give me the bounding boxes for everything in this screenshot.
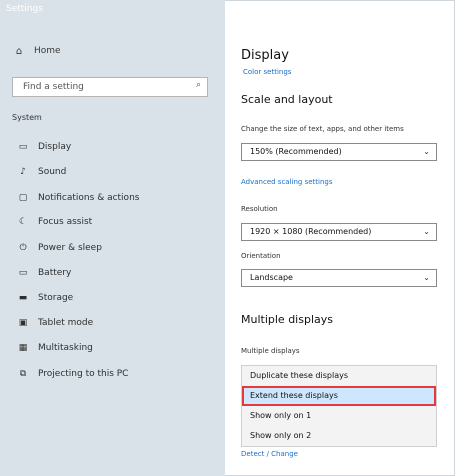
sidebar-item-label: Tablet mode xyxy=(38,318,94,328)
resolution-value: 1920 × 1080 (Recommended) xyxy=(250,227,372,236)
sidebar-item-label: Display xyxy=(38,142,72,152)
dropdown-option-selected[interactable]: Extend these displays xyxy=(242,386,436,406)
resolution-label: Resolution xyxy=(241,205,278,213)
advanced-scaling-link[interactable]: Advanced scaling settings xyxy=(241,178,333,186)
sidebar-item-tablet-mode[interactable]: ▣ Tablet mode xyxy=(0,313,225,333)
multiple-displays-dropdown-list[interactable]: Duplicate these displays Extend these di… xyxy=(241,365,437,447)
nav-section-label: System xyxy=(12,113,42,122)
sidebar-item-display[interactable]: ▭ Display xyxy=(0,137,225,157)
sidebar-item-multitasking[interactable]: ▦ Multitasking xyxy=(0,338,225,358)
chevron-down-icon: ⌄ xyxy=(423,273,430,282)
scale-label: Change the size of text, apps, and other… xyxy=(241,125,404,133)
nav-home[interactable]: ⌂ Home xyxy=(0,40,225,62)
resolution-dropdown[interactable]: 1920 × 1080 (Recommended) ⌄ xyxy=(241,223,437,241)
sidebar-item-label: Power & sleep xyxy=(38,243,102,253)
window-title: Settings xyxy=(6,4,43,14)
sidebar-item-label: Sound xyxy=(38,167,67,177)
sound-icon: ♪ xyxy=(20,167,26,177)
dropdown-option[interactable]: Show only on 1 xyxy=(242,406,436,426)
tablet-mode-icon: ▣ xyxy=(18,318,28,328)
nav-home-label: Home xyxy=(34,46,61,56)
chevron-down-icon: ⌄ xyxy=(423,227,430,236)
display-icon: ▭ xyxy=(18,142,28,152)
search-input[interactable] xyxy=(12,77,208,97)
sidebar-item-label: Projecting to this PC xyxy=(38,369,129,379)
sidebar-item-storage[interactable]: ▬ Storage xyxy=(0,288,225,308)
settings-content: Display Color settings Scale and layout … xyxy=(225,0,455,476)
color-settings-link[interactable]: Color settings xyxy=(243,68,291,76)
notifications-icon: ▢ xyxy=(18,193,28,203)
projecting-icon: ⧉ xyxy=(19,369,27,379)
left-nav: Settings ⌂ Home ⌕ System ▭ Display ♪ Sou… xyxy=(0,0,225,476)
power-icon: ⏻ xyxy=(19,243,27,253)
orientation-label: Orientation xyxy=(241,252,281,260)
sidebar-item-label: Focus assist xyxy=(38,217,93,227)
page-title: Display xyxy=(241,48,289,63)
sidebar-item-label: Battery xyxy=(38,268,72,278)
sidebar-item-label: Storage xyxy=(38,293,74,303)
sidebar-item-projecting[interactable]: ⧉ Projecting to this PC xyxy=(0,364,225,384)
dropdown-option[interactable]: Duplicate these displays xyxy=(242,366,436,386)
scale-value: 150% (Recommended) xyxy=(250,147,342,156)
multiple-displays-heading: Multiple displays xyxy=(241,313,333,326)
sidebar-item-notifications[interactable]: ▢ Notifications & actions xyxy=(0,188,225,208)
home-icon: ⌂ xyxy=(15,45,23,57)
sidebar-item-power-sleep[interactable]: ⏻ Power & sleep xyxy=(0,238,225,258)
storage-icon: ▬ xyxy=(18,293,28,303)
sidebar-item-focus-assist[interactable]: ☾ Focus assist xyxy=(0,212,225,232)
detect-link[interactable]: Detect / Change xyxy=(241,450,298,458)
search-icon[interactable]: ⌕ xyxy=(196,80,201,90)
sidebar-item-label: Notifications & actions xyxy=(38,193,140,203)
scale-dropdown[interactable]: 150% (Recommended) ⌄ xyxy=(241,143,437,161)
multiple-displays-label: Multiple displays xyxy=(241,347,300,355)
orientation-dropdown[interactable]: Landscape ⌄ xyxy=(241,269,437,287)
sidebar-item-battery[interactable]: ▭ Battery xyxy=(0,263,225,283)
scale-layout-heading: Scale and layout xyxy=(241,93,333,106)
dropdown-option[interactable]: Show only on 2 xyxy=(242,426,436,446)
battery-icon: ▭ xyxy=(18,268,28,278)
multitasking-icon: ▦ xyxy=(18,343,28,353)
chevron-down-icon: ⌄ xyxy=(423,147,430,156)
orientation-value: Landscape xyxy=(250,273,293,282)
sidebar-item-sound[interactable]: ♪ Sound xyxy=(0,162,225,182)
sidebar-item-label: Multitasking xyxy=(38,343,93,353)
focus-assist-icon: ☾ xyxy=(18,217,28,227)
